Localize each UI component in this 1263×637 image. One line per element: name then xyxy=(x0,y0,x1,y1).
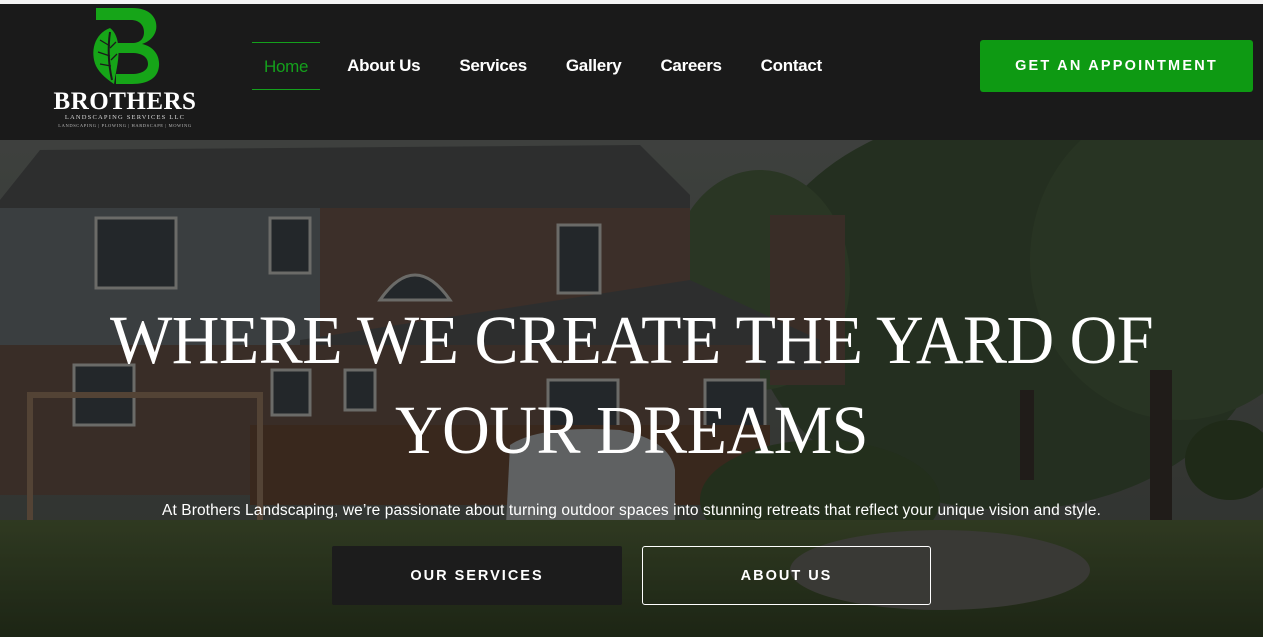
brand-subtitle: LANDSCAPING SERVICES LLC xyxy=(64,114,186,121)
nav-item-about-us[interactable]: About Us xyxy=(335,42,432,90)
nav-item-services[interactable]: Services xyxy=(447,42,539,90)
brand-logo[interactable]: BROTHERS LANDSCAPING SERVICES LLC LANDSC… xyxy=(46,6,204,130)
get-appointment-button[interactable]: GET AN APPOINTMENT xyxy=(980,40,1253,92)
hero-section: WHERE WE CREATE THE YARD OF YOUR DREAMS … xyxy=(0,140,1263,637)
brand-name: BROTHERS xyxy=(53,88,197,115)
nav-item-contact[interactable]: Contact xyxy=(749,42,834,90)
leaf-b-icon xyxy=(93,8,160,84)
hero-title: WHERE WE CREATE THE YARD OF YOUR DREAMS xyxy=(109,302,1154,469)
brand-tagline: LANDSCAPING | PLOWING | HARDSCAPE | MOWI… xyxy=(58,123,192,128)
our-services-button[interactable]: OUR SERVICES xyxy=(332,546,622,605)
site-header: BROTHERS LANDSCAPING SERVICES LLC LANDSC… xyxy=(0,4,1263,140)
nav-item-gallery[interactable]: Gallery xyxy=(554,42,634,90)
nav-item-careers[interactable]: Careers xyxy=(648,42,733,90)
main-nav: Home About Us Services Gallery Careers C… xyxy=(252,42,849,90)
hero-description: At Brothers Landscaping, we’re passionat… xyxy=(162,502,1101,519)
nav-item-home[interactable]: Home xyxy=(252,42,321,90)
about-us-button[interactable]: ABOUT US xyxy=(642,546,931,605)
